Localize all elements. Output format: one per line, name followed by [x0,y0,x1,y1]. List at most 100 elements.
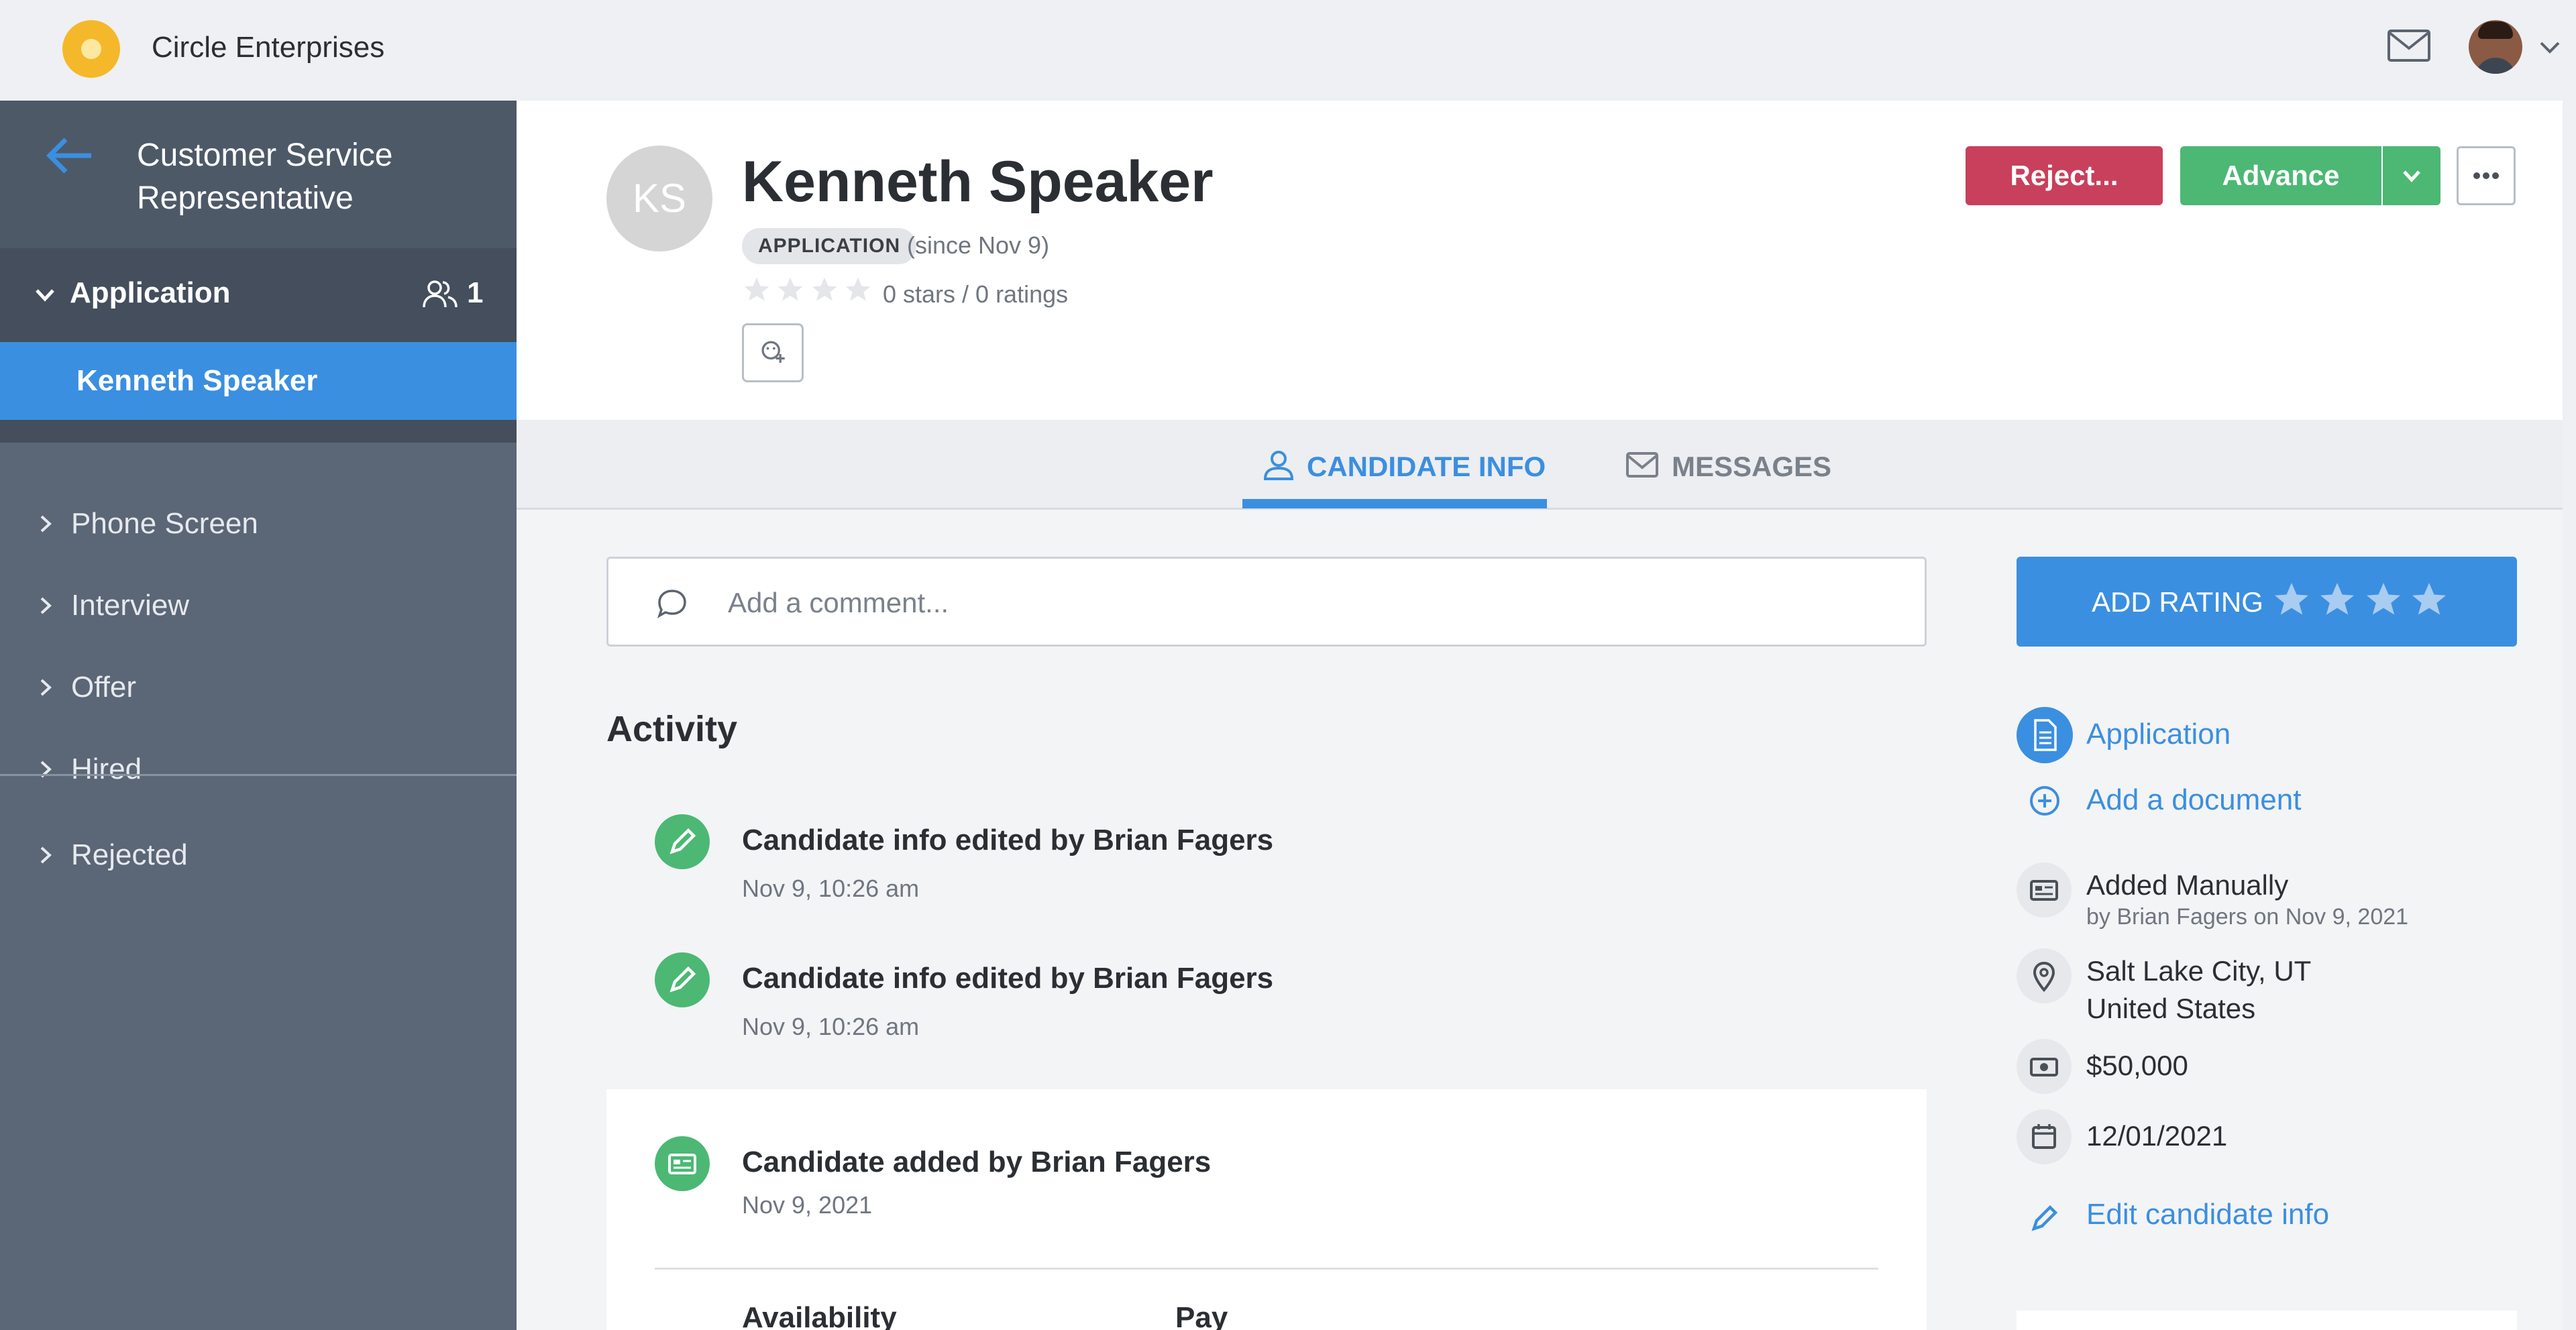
star-icon[interactable] [2363,579,2404,620]
location-pin-icon [2017,948,2072,1003]
stage-badge: APPLICATION [742,228,917,264]
sidebar-header: Customer Service Representative [0,101,517,248]
add-rating-button[interactable]: ADD RATING [2017,557,2517,647]
chevron-down-icon [36,289,54,302]
card-divider [655,1268,1878,1270]
side-card [2017,1311,2517,1330]
stage-label: Rejected [71,838,188,871]
stage-application[interactable]: Application 1 [0,248,517,342]
salary-info: $50,000 [2017,1039,2517,1095]
user-avatar[interactable] [2469,20,2522,74]
comment-icon [657,590,686,618]
job-title: Customer Service Representative [137,137,393,216]
tab-candidate-info[interactable]: CANDIDATE INFO [1261,420,1546,510]
edit-candidate-link[interactable]: Edit candidate info [2017,1191,2517,1245]
chevron-right-icon [40,761,52,778]
stage-offer[interactable]: Offer [0,651,517,724]
more-options-button[interactable] [2457,146,2516,205]
add-rating-label: ADD RATING [2092,586,2263,618]
star-icon [812,277,837,301]
people-icon [423,280,458,308]
date-info: 12/01/2021 [2017,1109,2517,1166]
candidate-avatar: KS [606,146,712,252]
main-content: KS Kenneth Speaker APPLICATION (since No… [517,101,2563,1330]
source-subtitle: by Brian Fagers on Nov 9, 2021 [2086,904,2409,930]
stage-interview[interactable]: Interview [0,569,517,643]
activity-heading: Activity [606,709,738,749]
chevron-down-icon [2403,170,2420,182]
location-country: United States [2086,993,2256,1024]
star-icon[interactable] [2409,579,2449,620]
salary-value: $50,000 [2086,1050,2188,1081]
ellipsis-icon [2473,172,2499,179]
activity-card: Candidate added by Brian Fagers Nov 9, 2… [606,1089,1927,1330]
chevron-right-icon [40,515,52,533]
comment-placeholder: Add a comment... [728,587,949,618]
ratings-summary: 0 stars / 0 ratings [883,280,1069,308]
star-icon[interactable] [2317,579,2357,620]
comment-input[interactable]: Add a comment... [606,557,1927,647]
activity-title: Candidate info edited by Brian Fagers [742,962,1274,995]
stage-phone-screen[interactable]: Phone Screen [0,487,517,561]
star-icon [846,277,871,301]
add-tag-button[interactable] [742,323,804,382]
tab-label: CANDIDATE INFO [1307,451,1546,482]
candidate-name: Kenneth Speaker [76,364,318,397]
location-info: Salt Lake City, UT United States [2017,948,2517,1029]
sidebar: Customer Service Representative Applicat… [0,101,517,1330]
money-icon [2017,1039,2072,1094]
card-column-availability: Availability [742,1301,897,1330]
application-link-label: Application [2086,718,2231,751]
back-arrow-icon[interactable] [44,135,94,176]
stage-group-application: Application 1 Kenneth Speaker [0,248,517,443]
stage-count: 1 [467,276,484,309]
id-card-icon [655,1136,710,1191]
source-title: Added Manually [2086,869,2289,901]
id-card-icon [2017,863,2072,918]
sidebar-candidate-item[interactable]: Kenneth Speaker [0,342,517,420]
stage-rejected[interactable]: Rejected [0,818,517,892]
plus-circle-icon [2030,786,2059,816]
person-icon [1263,451,1294,480]
chevron-down-icon[interactable] [2538,39,2561,56]
company-logo[interactable] [62,20,120,78]
chevron-right-icon [40,679,52,696]
active-tab-indicator [1242,499,1547,508]
chevron-right-icon [40,597,52,614]
source-info: Added Manually by Brian Fagers on Nov 9,… [2017,863,2517,936]
chevron-right-icon [40,846,52,864]
star-icon [744,277,769,301]
edit-candidate-label: Edit candidate info [2086,1198,2330,1231]
stage-label: Hired [71,753,142,785]
star-icon[interactable] [2271,579,2312,620]
tab-messages[interactable]: MESSAGES [1625,420,1853,510]
application-link[interactable]: Application [2017,707,2517,765]
stage-label: Interview [71,589,190,622]
pencil-icon [655,814,710,869]
candidate-header: KS Kenneth Speaker APPLICATION (since No… [517,101,2563,420]
rating-stars [2271,579,2452,623]
advance-button[interactable]: Advance [2180,146,2381,205]
stage-hired[interactable]: Hired [0,732,517,806]
advance-dropdown-button[interactable] [2383,146,2440,205]
activity-title: Candidate info edited by Brian Fagers [742,824,1274,856]
candidate-name-heading: Kenneth Speaker [742,150,1214,214]
add-document-label: Add a document [2086,783,2302,816]
stage-since: (since Nov 9) [907,231,1050,259]
stage-label: Application [70,276,231,309]
reject-button[interactable]: Reject... [1966,146,2163,205]
add-document-link[interactable]: Add a document [2017,778,2517,825]
tab-label: MESSAGES [1672,451,1832,482]
date-value: 12/01/2021 [2086,1120,2228,1152]
star-icon [778,277,803,301]
pencil-icon [2031,1205,2058,1231]
location-city: Salt Lake City, UT [2086,955,2312,987]
sidebar-divider [0,774,517,776]
envelope-icon [1626,452,1658,478]
pencil-icon [655,952,710,1007]
tag-add-icon [761,341,785,363]
document-icon [2017,707,2073,763]
mail-icon[interactable] [2387,29,2431,62]
calendar-icon [2017,1109,2072,1164]
stage-label: Offer [71,671,137,704]
